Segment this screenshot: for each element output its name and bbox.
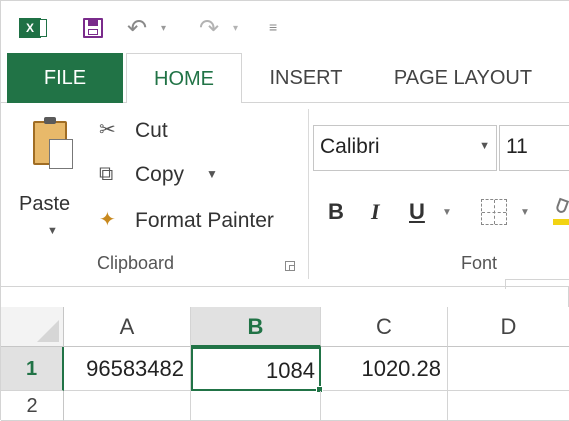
undo-dropdown-icon[interactable]: ▾ — [161, 23, 166, 34]
paste-dropdown-icon[interactable]: ▼ — [47, 225, 58, 237]
select-all-corner[interactable] — [1, 307, 64, 347]
ribbon-home: Paste ▼ ✂ Cut ⧉ Copy ▼ ✦ Format Painter … — [1, 103, 569, 289]
copy-button[interactable]: Copy — [135, 163, 184, 187]
cell-b2[interactable] — [191, 391, 321, 421]
worksheet-grid[interactable]: A B C D 1 2 96583482 1084 1020.28 — [1, 307, 569, 421]
bold-button[interactable]: B — [328, 199, 344, 225]
tab-home[interactable]: HOME — [126, 53, 242, 104]
cell-a1[interactable]: 96583482 — [64, 347, 191, 391]
redo-icon[interactable]: ↷ — [199, 14, 219, 43]
font-size-value: 11 — [506, 135, 528, 158]
paste-button[interactable]: Paste ▼ — [19, 113, 85, 241]
ribbon-edge — [505, 279, 569, 289]
clipboard-group-label: Clipboard — [97, 253, 175, 273]
column-header-c[interactable]: C — [321, 307, 448, 347]
underline-dropdown-icon[interactable]: ▼ — [442, 207, 452, 218]
paste-paper-icon — [49, 139, 73, 169]
row-header-2[interactable]: 2 — [1, 391, 64, 421]
customize-toolbar-icon[interactable]: ≡ — [269, 19, 277, 35]
group-separator — [308, 109, 309, 279]
cut-button[interactable]: Cut — [135, 119, 168, 143]
borders-dropdown-icon[interactable]: ▼ — [520, 207, 530, 218]
tab-file[interactable]: FILE — [7, 53, 123, 103]
cell-b1[interactable]: 1084 — [191, 347, 321, 391]
cell-c1[interactable]: 1020.28 — [321, 347, 448, 391]
cell-c2[interactable] — [321, 391, 448, 421]
redo-dropdown-icon[interactable]: ▾ — [233, 23, 238, 34]
ribbon-tabs: FILE HOME INSERT PAGE LAYOUT — [1, 53, 569, 104]
underline-button[interactable]: U — [409, 199, 425, 225]
format-painter-icon[interactable]: ✦ — [99, 207, 116, 232]
tab-page-layout[interactable]: PAGE LAYOUT — [378, 53, 548, 103]
borders-icon[interactable] — [481, 199, 507, 225]
cell-d2[interactable] — [448, 391, 569, 421]
save-icon[interactable] — [83, 18, 103, 38]
column-header-a[interactable]: A — [64, 307, 191, 347]
font-name-value: Calibri — [320, 135, 380, 158]
font-name-combobox[interactable]: Calibri ▼ — [313, 125, 497, 171]
scissors-icon[interactable]: ✂ — [99, 117, 116, 142]
clipboard-launcher-icon[interactable] — [285, 261, 295, 271]
column-header-b[interactable]: B — [191, 307, 321, 347]
column-header-d[interactable]: D — [448, 307, 569, 347]
cell-a2[interactable] — [64, 391, 191, 421]
font-size-combobox[interactable]: 11 — [499, 125, 569, 171]
chevron-down-icon[interactable]: ▼ — [479, 140, 490, 152]
copy-dropdown-icon[interactable]: ▼ — [206, 167, 218, 181]
cell-d1[interactable] — [448, 347, 569, 391]
fill-color-icon[interactable] — [553, 197, 569, 225]
paste-label: Paste — [19, 193, 71, 215]
excel-logo-icon[interactable]: X — [19, 18, 47, 38]
italic-button[interactable]: I — [371, 199, 380, 225]
excel-window: X ↶ ▾ ↷ ▾ ≡ FILE HOME INSERT PAGE LAYOUT… — [0, 0, 569, 421]
format-painter-button[interactable]: Format Painter — [135, 209, 274, 233]
copy-icon[interactable]: ⧉ — [99, 163, 113, 186]
font-group-label: Font — [461, 253, 498, 273]
row-header-1[interactable]: 1 — [1, 347, 64, 391]
tab-insert[interactable]: INSERT — [259, 53, 353, 103]
undo-icon[interactable]: ↶ — [127, 14, 147, 43]
quick-access-toolbar: X ↶ ▾ ↷ ▾ ≡ — [1, 1, 569, 53]
